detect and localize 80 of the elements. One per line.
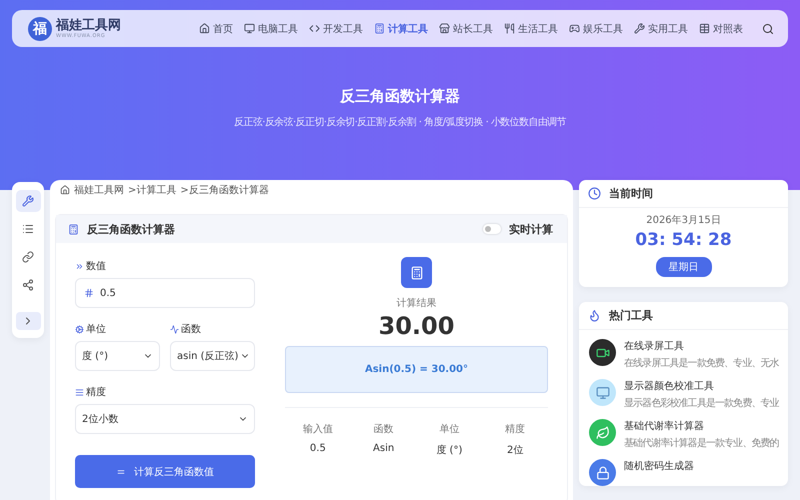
hash-icon (84, 288, 94, 298)
summary-label: 函数 (374, 423, 394, 436)
result-label: 计算结果 (396, 296, 436, 310)
home-icon (199, 23, 210, 34)
site-name[interactable]: 福娃工具网 (56, 18, 121, 32)
calculate-button[interactable]: 计算反三角函数值 (75, 455, 255, 488)
side-toolbar-button[interactable] (16, 190, 40, 212)
summary-value: 2位 (506, 444, 524, 457)
field-label: 函数 (170, 322, 255, 336)
breadcrumb-link[interactable]: >反三角函数计算器 (180, 183, 269, 197)
unit-select[interactable]: 度 (°) (75, 341, 160, 371)
store-icon (439, 23, 450, 34)
result-value: 30.00 (378, 312, 454, 340)
monitor-icon (244, 23, 255, 34)
double-chevron-icon (75, 262, 84, 270)
field-label: 数值 (75, 259, 255, 273)
panel-title: 反三角函数计算器 (87, 222, 175, 236)
tool-icon[interactable] (589, 339, 616, 366)
realtime-toggle[interactable] (483, 224, 501, 234)
breadcrumb-link[interactable]: 福娃工具网 (74, 183, 124, 197)
gamepad-icon (569, 23, 580, 34)
nav-link[interactable]: 娱乐工具 (569, 22, 623, 36)
nav-link[interactable]: 开发工具 (309, 22, 363, 36)
nav-link[interactable]: 首页 (199, 22, 233, 36)
logo-mark[interactable]: 福 (28, 16, 52, 40)
summary-value: 度 (°) (436, 444, 462, 457)
tool-name[interactable]: 基础代谢率计算器 (624, 419, 779, 433)
page-subtitle: 反正弦·反余弦·反正切·反余切·反正割·反余割 · 角度/弧度切换 · 小数位数自由调节 (234, 116, 566, 129)
clock-icon (588, 187, 601, 200)
weekday-pill: 星期日 (656, 257, 712, 277)
field-label: 精度 (75, 385, 255, 399)
wave-icon (170, 324, 179, 334)
date-text: 2026年3月15日 (646, 214, 721, 227)
summary-label: 单位 (439, 422, 460, 436)
time-text: 03: 54: 28 (635, 230, 732, 250)
lines-icon (75, 388, 84, 396)
function-select[interactable]: asin (反正弦) (170, 341, 255, 371)
tools-icon (22, 195, 34, 207)
card-title: 当前时间 (609, 186, 653, 201)
gear-icon (75, 324, 84, 334)
calculator-icon (374, 23, 385, 34)
nav-link[interactable]: 计算工具 (374, 22, 428, 36)
breadcrumb-link[interactable]: >计算工具 (128, 183, 176, 197)
wrench-icon (634, 23, 645, 34)
table-icon (699, 23, 710, 34)
tool-description: 在线录屏工具是一款免费、专业、无水 (624, 356, 779, 370)
flame-icon (588, 309, 601, 322)
summary-label: 精度 (505, 422, 526, 436)
tool-name[interactable]: 在线录屏工具 (624, 339, 779, 353)
number-input[interactable]: 0.5 (75, 278, 255, 308)
nav-link[interactable]: 电脑工具 (244, 22, 298, 36)
toggle-label: 实时计算 (509, 222, 553, 236)
summary-value: Asin (373, 443, 394, 454)
code-icon (309, 23, 320, 34)
search-button[interactable] (762, 22, 774, 34)
precision-select[interactable]: 2位小数 (75, 404, 255, 434)
calculator-icon (68, 224, 79, 234)
page-title: 反三角函数计算器 (340, 87, 460, 106)
field-label: 单位 (75, 322, 160, 336)
search-icon (762, 22, 774, 34)
leaf-icon (596, 426, 610, 440)
formula-box: Asin(0.5) = 30.00° (285, 346, 548, 393)
tool-name[interactable]: 显示器颜色校准工具 (624, 379, 779, 393)
tool-description: 显示器色彩校准工具是一款免费、专业 (624, 396, 779, 410)
tool-name[interactable]: 随机密码生成器 (624, 459, 694, 473)
nav-link[interactable]: 生活工具 (504, 22, 558, 36)
tool-description: 基础代谢率计算器是一款专业、免费的 (624, 436, 779, 450)
share-icon (22, 279, 34, 291)
lock-icon (596, 466, 610, 480)
nav-link[interactable]: 对照表 (699, 22, 743, 36)
nav-link[interactable]: 站长工具 (439, 22, 493, 36)
monitor-icon (596, 386, 610, 400)
card-title: 热门工具 (609, 308, 653, 323)
summary-label: 输入值 (302, 422, 333, 436)
link-icon (22, 251, 34, 263)
home-icon (60, 185, 70, 195)
summary-value: 0.5 (310, 443, 326, 454)
utensils-icon (504, 23, 515, 34)
nav-link[interactable]: 实用工具 (634, 22, 688, 36)
expand-button[interactable] (16, 312, 40, 330)
